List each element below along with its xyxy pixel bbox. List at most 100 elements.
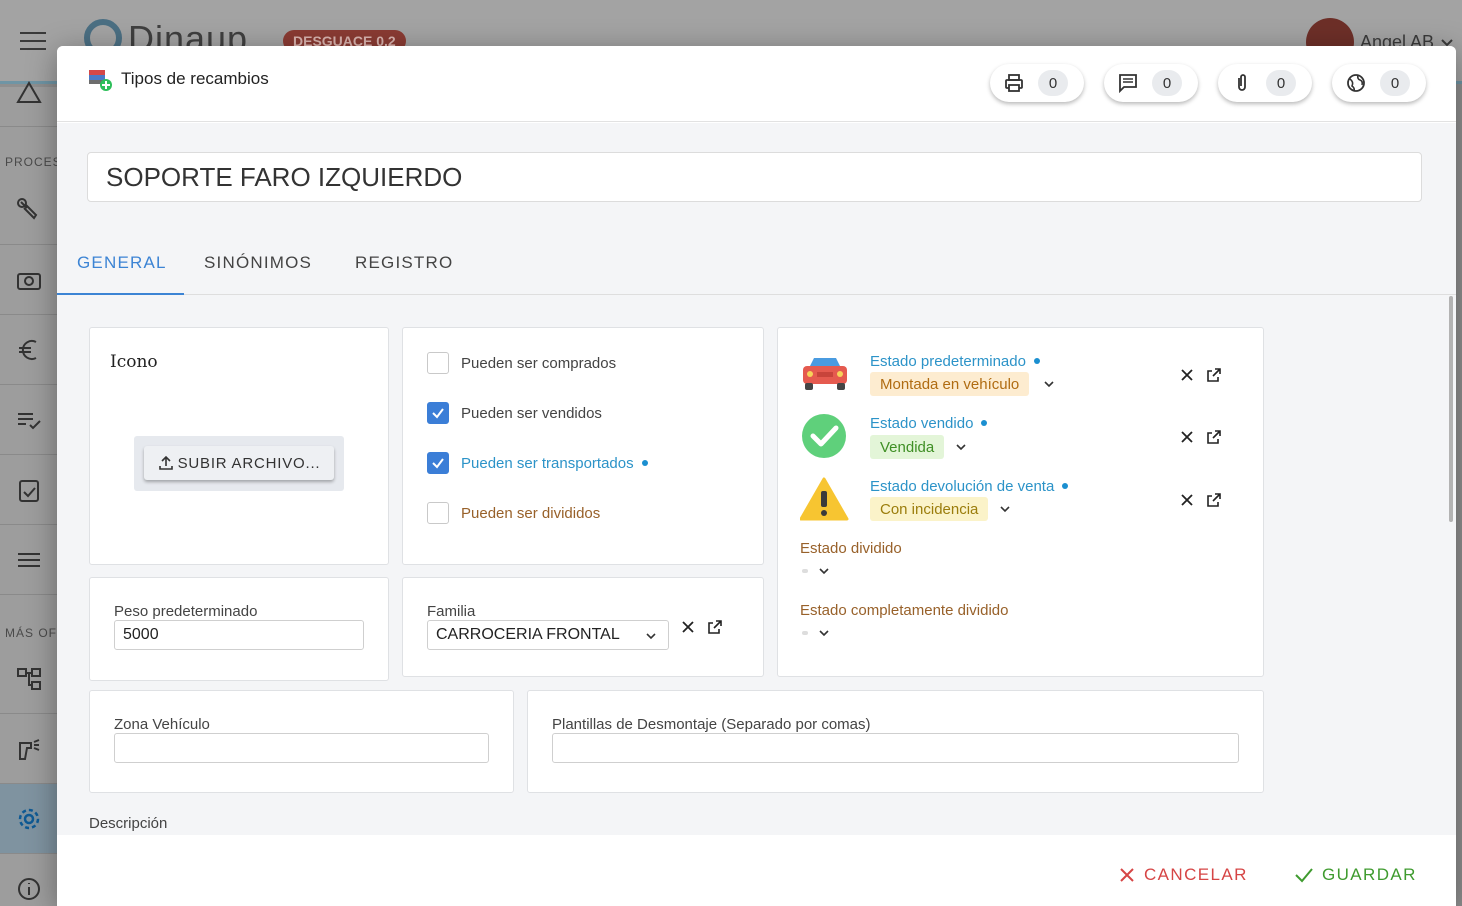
open-external-icon[interactable]: [1206, 367, 1222, 383]
comments-count: 0: [1152, 70, 1182, 96]
estado-dividido-empty-chip[interactable]: [802, 569, 808, 573]
cancel-button[interactable]: CANCELAR: [1118, 865, 1248, 885]
clear-icon[interactable]: [1180, 493, 1194, 507]
warning-icon: [800, 477, 849, 521]
estados-card: Estado predeterminado Montada en vehícul…: [777, 327, 1264, 677]
open-external-icon[interactable]: [1206, 492, 1222, 508]
clear-icon[interactable]: [681, 620, 695, 634]
peso-input[interactable]: 5000: [114, 620, 364, 650]
tab-sinonimos[interactable]: SINÓNIMOS: [204, 253, 312, 273]
icon-card: Icono SUBIR ARCHIVO...: [89, 327, 389, 565]
options-card: Pueden ser comprados Pueden ser vendidos…: [402, 327, 764, 565]
globe-icon: [1347, 74, 1365, 92]
scrollbar[interactable]: [1449, 296, 1453, 522]
attachments-counter-button[interactable]: 0: [1218, 64, 1312, 102]
clipboard-check-icon: [18, 479, 39, 502]
comment-icon: [1119, 74, 1137, 93]
sidebar-item-photos[interactable]: [0, 245, 57, 315]
globe-count: 0: [1380, 70, 1410, 96]
wrench-icon: [16, 197, 37, 220]
estado-label-text: Estado devolución de venta: [870, 478, 1055, 495]
familia-card: Familia CARROCERIA FRONTAL: [402, 577, 764, 677]
sidebar-item-spray[interactable]: [0, 714, 57, 784]
sidebar-item-alerts[interactable]: [0, 57, 57, 127]
checkbox-box[interactable]: [427, 352, 449, 374]
chevron-down-icon[interactable]: [817, 626, 831, 640]
camera-icon: [16, 272, 41, 290]
estado-dividido-label: Estado dividido: [800, 540, 902, 557]
dialog-title: Tipos de recambios: [121, 69, 269, 88]
estado-vendido-chip[interactable]: Vendida: [870, 435, 945, 459]
descripcion-label: Descripción: [89, 815, 168, 832]
upload-file-button[interactable]: SUBIR ARCHIVO...: [144, 446, 334, 480]
sidebar-item-filters[interactable]: [0, 525, 57, 595]
sidebar-item-settings[interactable]: [0, 784, 57, 854]
estado-predeterminado-chip[interactable]: Montada en vehículo: [870, 372, 1030, 396]
upload-area: SUBIR ARCHIVO...: [134, 436, 344, 491]
parts-type-icon: [89, 70, 112, 91]
print-count: 0: [1038, 70, 1068, 96]
sliders-icon: [17, 552, 40, 567]
checkbox-label: Pueden ser vendidos: [461, 404, 602, 422]
print-icon: [1005, 74, 1023, 92]
checkbox-box[interactable]: [427, 402, 449, 424]
upload-icon: [158, 455, 173, 470]
tab-registro[interactable]: REGISTRO: [355, 253, 453, 273]
peso-card: Peso predeterminado 5000: [89, 577, 389, 681]
checkbox-label: Pueden ser transportados: [461, 455, 648, 472]
globe-counter-button[interactable]: 0: [1332, 64, 1426, 102]
tab-general[interactable]: GENERAL: [77, 253, 167, 273]
open-external-icon[interactable]: [707, 619, 723, 635]
open-external-icon[interactable]: [1206, 429, 1222, 445]
comments-counter-button[interactable]: 0: [1104, 64, 1198, 102]
sidebar-item-lists[interactable]: [0, 385, 57, 455]
chevron-down-icon[interactable]: [954, 440, 968, 454]
estado-completamente-empty-chip[interactable]: [802, 631, 808, 635]
info-icon: [17, 877, 40, 900]
checkbox-label: Pueden ser divididos: [461, 504, 601, 522]
print-counter-button[interactable]: 0: [990, 64, 1084, 102]
estado-devolucion-label: Estado devolución de venta: [870, 478, 1069, 495]
sidebar-item-tasks[interactable]: [0, 455, 57, 525]
checkbox-transportados[interactable]: Pueden ser transportados: [427, 452, 648, 474]
cancel-label: CANCELAR: [1144, 865, 1248, 884]
estado-vendido-label: Estado vendido: [870, 415, 988, 432]
menu-icon[interactable]: [20, 32, 46, 52]
gear-icon: [18, 808, 39, 829]
chevron-down-icon[interactable]: [1042, 377, 1056, 391]
save-button[interactable]: GUARDAR: [1294, 865, 1417, 885]
estado-completamente-label: Estado completamente dividido: [800, 602, 1009, 619]
sidebar-item-finance[interactable]: [0, 315, 57, 385]
car-icon: [803, 358, 847, 390]
sidebar-item-hierarchy[interactable]: [0, 644, 57, 714]
estado-devolucion-chip[interactable]: Con incidencia: [870, 497, 989, 521]
chevron-down-icon[interactable]: [817, 564, 831, 578]
attachments-count: 0: [1266, 70, 1296, 96]
checkbox-divididos[interactable]: Pueden ser divididos: [427, 502, 600, 524]
sidebar-item-tools[interactable]: [0, 175, 57, 245]
sidebar-section-label: MÁS OF: [5, 626, 58, 640]
upload-file-label: SUBIR ARCHIVO...: [177, 454, 321, 472]
sidebar-item-info[interactable]: [0, 854, 57, 906]
familia-select[interactable]: CARROCERIA FRONTAL: [427, 620, 669, 650]
modified-dot: [1033, 358, 1040, 364]
zona-input[interactable]: [114, 733, 489, 763]
hierarchy-icon: [16, 667, 41, 690]
plantillas-input[interactable]: [552, 733, 1239, 763]
check-icon: [1295, 868, 1313, 883]
checkbox-box[interactable]: [427, 502, 449, 524]
attachment-icon: [1238, 74, 1246, 91]
sidebar-section-label: PROCES: [5, 155, 62, 169]
warning-icon: [15, 80, 42, 103]
zona-label: Zona Vehículo: [114, 716, 210, 733]
active-tab-indicator: [57, 293, 184, 295]
clear-icon[interactable]: [1180, 430, 1194, 444]
chevron-down-icon[interactable]: [998, 502, 1012, 516]
zona-card: Zona Vehículo: [89, 690, 514, 793]
checklist-icon: [17, 412, 41, 429]
checkbox-comprados[interactable]: Pueden ser comprados: [427, 352, 616, 374]
checkbox-box[interactable]: [427, 452, 449, 474]
clear-icon[interactable]: [1180, 368, 1194, 382]
checkbox-vendidos[interactable]: Pueden ser vendidos: [427, 402, 602, 424]
record-name-input[interactable]: SOPORTE FARO IZQUIERDO: [87, 152, 1422, 202]
